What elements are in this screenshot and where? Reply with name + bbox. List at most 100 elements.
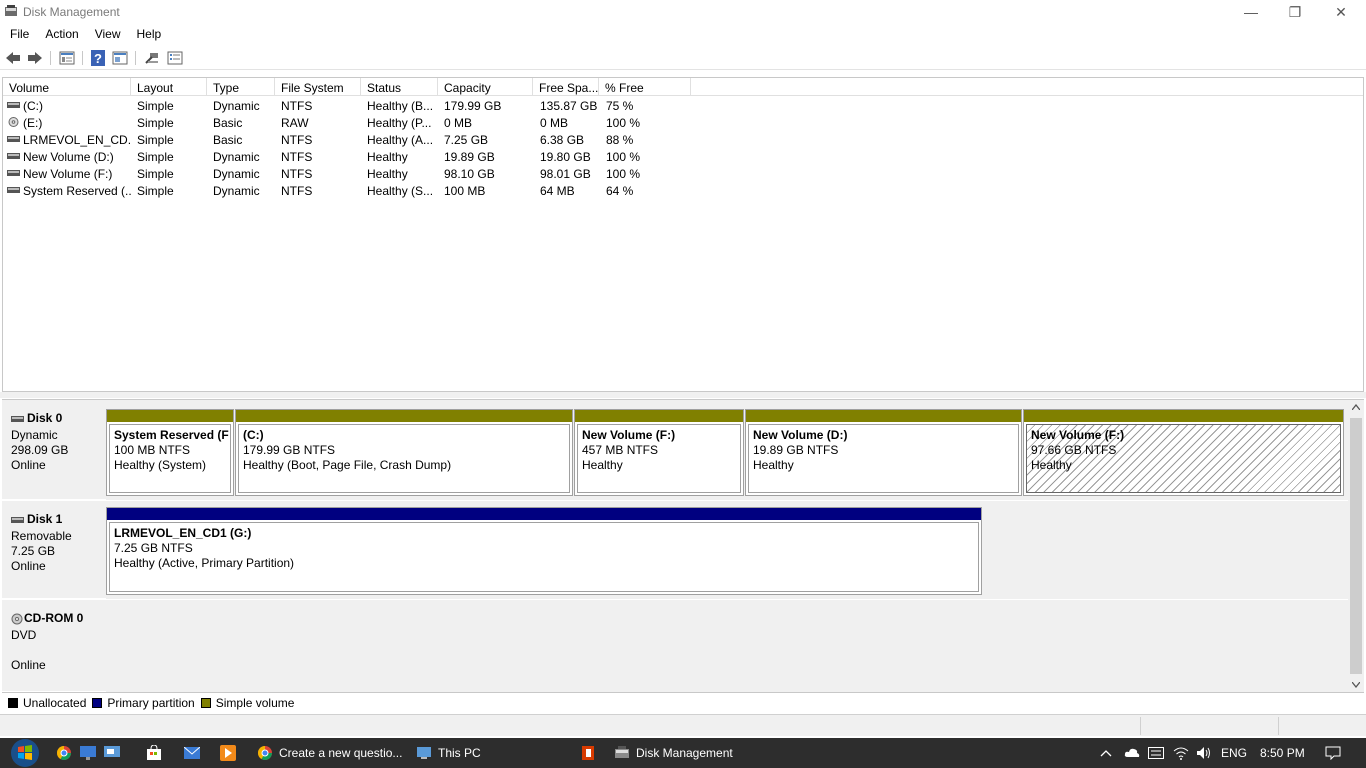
partition-f-small[interactable]: New Volume (F:) 457 MB NTFS Healthy <box>574 409 744 496</box>
table-row[interactable]: New Volume (D:) Simple Dynamic NTFS Healthy 1… <box>3 148 1363 165</box>
menu-action[interactable]: Action <box>37 24 86 44</box>
taskbar-app-office[interactable] <box>580 738 602 768</box>
column-header-layout[interactable]: Layout <box>131 78 207 96</box>
explorer-pinned[interactable] <box>80 738 96 768</box>
legend: Unallocated Primary partition Simple vol… <box>2 692 1364 712</box>
properties-icon[interactable] <box>111 49 129 67</box>
media-pinned[interactable] <box>220 738 236 768</box>
cell-capacity: 19.89 GB <box>444 150 495 164</box>
help-icon[interactable]: ? <box>89 49 107 67</box>
disk-1-label[interactable]: Disk 1 Removable 7.25 GB Online <box>2 501 106 599</box>
cell-free: 0 MB <box>540 116 569 130</box>
column-header-free-space[interactable]: Free Spa... <box>533 78 599 96</box>
column-header-volume[interactable]: Volume <box>3 78 131 96</box>
cell-capacity: 98.10 GB <box>444 167 495 181</box>
table-row[interactable]: (C:) Simple Dynamic NTFS Healthy (B... 179.99… <box>3 97 1363 114</box>
cell-layout: Simple <box>137 116 174 130</box>
svg-text:?: ? <box>94 51 102 66</box>
column-header-file-system[interactable]: File System <box>275 78 361 96</box>
status-segment <box>1278 717 1279 735</box>
tray-clock[interactable]: 8:50 PM <box>1260 738 1305 768</box>
drive-icon <box>7 187 20 193</box>
menu-file[interactable]: File <box>0 24 37 44</box>
toolbar: ? <box>0 46 1366 70</box>
disk-management-icon <box>5 5 17 16</box>
partition-d[interactable]: New Volume (D:) 19.89 GB NTFS Healthy <box>745 409 1022 496</box>
graphical-view-scrollbar[interactable] <box>1348 400 1364 692</box>
chrome-pinned[interactable] <box>56 738 72 768</box>
scroll-down-icon[interactable] <box>1352 682 1360 688</box>
close-button[interactable]: ✕ <box>1318 0 1364 24</box>
cell-status: Healthy (P... <box>367 116 432 130</box>
tray-onedrive[interactable] <box>1124 738 1140 768</box>
cell-layout: Simple <box>137 99 174 113</box>
wifi-icon <box>1173 747 1189 760</box>
column-header-percent-free[interactable]: % Free <box>599 78 691 96</box>
remote-pinned[interactable] <box>104 738 120 768</box>
back-icon[interactable] <box>4 49 22 67</box>
scrollbar-thumb[interactable] <box>1350 418 1362 674</box>
chevron-up-icon <box>1100 750 1112 757</box>
list-view-icon[interactable] <box>58 49 76 67</box>
cell-pct: 64 % <box>606 184 634 198</box>
table-row[interactable]: LRMEVOL_EN_CD... Simple Basic NTFS Healthy (… <box>3 131 1363 148</box>
table-row[interactable]: (E:) Simple Basic RAW Healthy (P... 0 MB 0 MB 1… <box>3 114 1363 131</box>
connect-icon[interactable] <box>143 49 161 67</box>
taskbar-app-this-pc[interactable]: This PC <box>416 738 481 768</box>
table-row[interactable]: New Volume (F:) Simple Dynamic NTFS Healthy 9… <box>3 165 1363 182</box>
restore-button[interactable]: ❐ <box>1272 0 1318 24</box>
partition-c[interactable]: (C:) 179.99 GB NTFS Healthy (Boot, Page … <box>235 409 573 496</box>
partition-system-reserved[interactable]: System Reserved (F 100 MB NTFS Healthy (… <box>106 409 234 496</box>
table-row[interactable]: System Reserved (... Simple Dynamic NTFS Hea… <box>3 182 1363 199</box>
notification-icon <box>1325 746 1341 760</box>
mail-pinned[interactable] <box>184 738 200 768</box>
cdrom-icon <box>8 117 19 127</box>
disk-icon <box>11 516 24 523</box>
partition-bar <box>107 410 233 422</box>
tray-chevron[interactable] <box>1100 738 1112 768</box>
disk-0-label[interactable]: Disk 0 Dynamic 298.09 GB Online <box>2 400 106 500</box>
scroll-up-icon[interactable] <box>1352 404 1360 410</box>
remote-desktop-icon <box>104 746 120 757</box>
status-segment <box>1140 717 1141 735</box>
toolbar-separator <box>50 51 51 65</box>
tray-language[interactable]: ENG <box>1221 738 1247 768</box>
taskbar-app-disk-management[interactable]: Disk Management <box>614 738 733 768</box>
cell-fs: NTFS <box>281 133 313 147</box>
windows-logo-icon <box>11 739 39 767</box>
disk-0-state: Online <box>11 458 46 472</box>
menu-help[interactable]: Help <box>129 24 170 44</box>
cdrom-0-label[interactable]: CD-ROM 0 DVD Online <box>2 600 106 692</box>
partition-bar <box>107 508 981 520</box>
details-icon[interactable] <box>166 49 184 67</box>
tray-network[interactable] <box>1173 738 1189 768</box>
pane-splitter[interactable] <box>0 392 1366 398</box>
disk-1-partitions: LRMEVOL_EN_CD1 (G:) 7.25 GB NTFS Healthy… <box>106 501 1348 599</box>
tray-volume[interactable] <box>1196 738 1212 768</box>
drive-icon <box>7 170 20 176</box>
partition-g[interactable]: LRMEVOL_EN_CD1 (G:) 7.25 GB NTFS Healthy… <box>106 507 982 595</box>
taskbar-app-chrome[interactable]: Create a new questio... <box>257 738 402 768</box>
column-header-capacity[interactable]: Capacity <box>438 78 533 96</box>
partition-f-selected[interactable]: New Volume (F:) 97.66 GB NTFS Healthy <box>1023 409 1344 496</box>
store-pinned[interactable] <box>146 738 162 768</box>
forward-icon[interactable] <box>26 49 44 67</box>
toolbar-separator <box>135 51 136 65</box>
start-button[interactable] <box>6 738 44 768</box>
tray-input[interactable] <box>1148 738 1164 768</box>
cell-volume: (C:) <box>23 99 43 113</box>
legend-swatch-primary <box>92 697 103 708</box>
cell-free: 6.38 GB <box>540 133 585 147</box>
office-icon <box>582 746 594 760</box>
minimize-button[interactable]: — <box>1228 0 1274 24</box>
cell-fs: RAW <box>281 116 309 130</box>
partition-bar <box>746 410 1021 422</box>
cell-capacity: 100 MB <box>444 184 486 198</box>
cdrom-0-name: CD-ROM 0 <box>11 611 106 626</box>
column-header-status[interactable]: Status <box>361 78 438 96</box>
menu-view[interactable]: View <box>87 24 129 44</box>
cell-pct: 100 % <box>606 167 641 181</box>
tray-notifications[interactable] <box>1325 738 1341 768</box>
taskbar-app-label: Disk Management <box>636 746 733 760</box>
column-header-type[interactable]: Type <box>207 78 275 96</box>
